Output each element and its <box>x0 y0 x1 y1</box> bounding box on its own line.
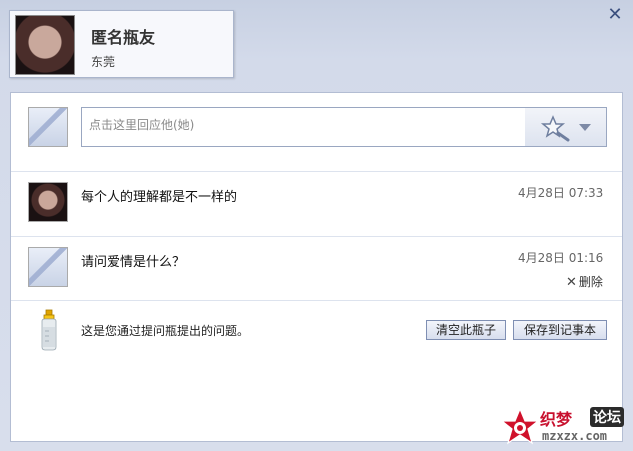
watermark-url: mzxzx.com <box>542 429 608 443</box>
avatar[interactable] <box>15 15 75 75</box>
profile-name: 匿名瓶友 <box>91 28 156 47</box>
reply-tools-button[interactable] <box>525 107 607 147</box>
delete-icon: ✕ <box>566 275 577 290</box>
delete-label: 删除 <box>578 275 603 289</box>
watermark-forum: 论坛 <box>590 407 624 427</box>
magic-wand-icon <box>540 115 591 142</box>
current-user-avatar <box>28 107 68 147</box>
bottle-info-text: 这是您通过提问瓶提出的问题。 <box>81 324 250 338</box>
clear-bottle-button[interactable]: 清空此瓶子 <box>426 320 506 340</box>
reply-input[interactable]: 点击这里回应他(她) <box>81 107 526 147</box>
close-icon[interactable]: ✕ <box>605 5 625 25</box>
message-avatar[interactable] <box>28 182 68 222</box>
message-avatar[interactable] <box>28 247 68 287</box>
message-text: 每个人的理解都是不一样的 <box>81 190 238 205</box>
message-time: 4月28日 07:33 <box>518 186 604 200</box>
bottle-icon <box>41 309 57 351</box>
profile-header: 匿名瓶友 东莞 <box>9 10 234 78</box>
message-time: 4月28日 01:16 <box>518 251 604 265</box>
save-to-notes-button[interactable]: 保存到记事本 <box>513 320 607 340</box>
star-logo-icon <box>500 407 540 445</box>
divider <box>11 171 622 172</box>
delete-button[interactable]: ✕ 删除 <box>566 273 603 290</box>
dropdown-arrow-icon <box>579 124 591 131</box>
site-watermark: 织梦 论坛 mzxzx.com <box>500 405 630 449</box>
watermark-text: 织梦 <box>540 410 573 429</box>
divider <box>11 300 622 301</box>
message-text: 请问爱情是什么？ <box>81 255 186 270</box>
divider <box>11 236 622 237</box>
bottle-panel: 点击这里回应他(她) 每个人的理解都是不一样的 4月28日 07:33 请问爱情… <box>10 92 623 442</box>
profile-location: 东莞 <box>91 55 116 69</box>
